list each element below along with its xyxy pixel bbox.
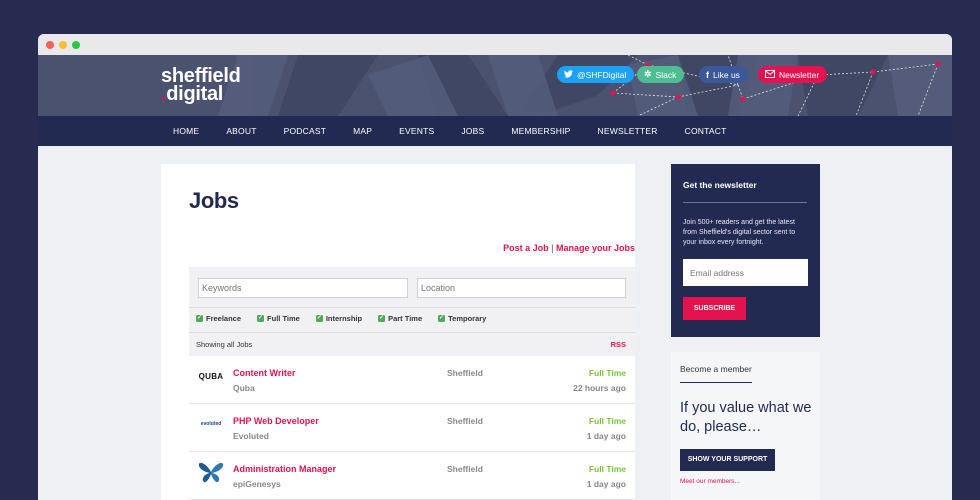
filter-label: Temporary — [448, 314, 487, 323]
job-type: Full Time — [588, 368, 626, 378]
company-logo — [197, 462, 225, 483]
company-logo: QUBA — [197, 366, 225, 386]
job-company: Evoluted — [233, 431, 269, 441]
email-field[interactable] — [683, 259, 808, 286]
job-date: 22 hours ago — [573, 383, 626, 393]
filter-label: Part Time — [388, 314, 423, 323]
filter-internship[interactable]: ✓ Internship — [315, 314, 363, 323]
job-actions: Post a Job | Manage your Jobs — [503, 243, 635, 253]
job-company: epiGenesys — [233, 479, 281, 489]
nav-about[interactable]: ABOUT — [226, 126, 256, 136]
show-support-button[interactable]: SHOW YOUR SUPPORT — [680, 449, 775, 471]
nav-newsletter[interactable]: NEWSLETTER — [598, 126, 658, 136]
filter-divider — [189, 307, 635, 308]
job-title[interactable]: Administration Manager — [233, 464, 336, 474]
job-listing[interactable]: Administration Manager epiGenesys Sheffi… — [189, 452, 635, 500]
subscribe-button[interactable]: SUBSCRIBE — [683, 297, 746, 320]
job-type: Full Time — [588, 416, 626, 426]
nav-contact[interactable]: CONTACT — [685, 126, 727, 136]
heading-rule — [683, 202, 807, 203]
filter-label: Internship — [325, 314, 363, 323]
job-title[interactable]: PHP Web Developer — [233, 416, 319, 426]
location-input[interactable] — [417, 278, 626, 298]
post-job-link[interactable]: Post a Job — [503, 243, 549, 253]
keywords-input[interactable] — [198, 278, 408, 298]
slack-icon: ✲ — [644, 69, 652, 79]
page-title: Jobs — [189, 188, 239, 213]
nav-jobs[interactable]: JOBS — [461, 126, 484, 136]
membership-pitch: If you value what we do, please… — [680, 400, 812, 435]
butterfly-logo-icon — [198, 462, 224, 483]
job-date: 1 day ago — [586, 431, 626, 441]
filter-part-time[interactable]: ✓ Part Time — [378, 314, 422, 323]
logo-line2: digital — [166, 83, 224, 105]
job-listing[interactable]: evoluted PHP Web Developer Evoluted Shef… — [189, 404, 635, 452]
heading-rule — [680, 382, 752, 383]
slack-label: Slack — [655, 69, 677, 80]
minimize-window-button[interactable] — [59, 40, 67, 49]
nav-events[interactable]: EVENTS — [399, 126, 434, 136]
job-type-filters: ✓ Freelance ✓ Full Time ✓ Internship ✓ Part … — [196, 314, 486, 323]
membership-box: Become a member If you value what we do,… — [671, 352, 820, 500]
browser-window: sheffield .digital @SHFDigital ✲ Slack f… — [38, 34, 952, 500]
newsletter-signup-box: Get the newsletter Join 500+ readers and… — [671, 164, 820, 337]
job-location: Sheffield — [447, 464, 483, 474]
nav-home[interactable]: HOME — [173, 126, 199, 136]
window-titlebar — [38, 34, 952, 55]
twitter-label: @SHFDigital — [577, 69, 627, 80]
membership-heading: Become a member — [680, 364, 752, 374]
link-separator: | — [551, 243, 554, 253]
nav-podcast[interactable]: PODCAST — [284, 126, 327, 136]
filter-label: Full Time — [267, 314, 300, 323]
job-type: Full Time — [588, 464, 626, 474]
results-summary: Showing all Jobs RSS — [189, 334, 635, 356]
close-window-button[interactable] — [46, 40, 54, 49]
checkbox-checked-icon: ✓ — [196, 315, 203, 322]
filter-divider — [189, 332, 635, 333]
newsletter-heading: Get the newsletter — [683, 180, 757, 190]
nav-membership[interactable]: MEMBERSHIP — [511, 126, 570, 136]
site-logo[interactable]: sheffield .digital — [161, 66, 241, 105]
twitter-button[interactable]: @SHFDigital — [557, 66, 635, 83]
page-content: Jobs Post a Job | Manage your Jobs ✓Free… — [38, 146, 952, 500]
checkbox-checked-icon: ✓ — [257, 315, 265, 322]
nav-map[interactable]: MAP — [353, 126, 372, 136]
filter-label: Freelance — [206, 314, 242, 323]
checkbox-checked-icon: ✓ — [315, 315, 323, 322]
company-logo: evoluted — [197, 414, 225, 434]
newsletter-description: Join 500+ readers and get the latest fro… — [683, 219, 796, 246]
job-title[interactable]: Content Writer — [233, 368, 295, 378]
job-company: Quba — [233, 383, 255, 393]
showing-label: Showing all Jobs — [196, 340, 253, 349]
main-nav: HOME ABOUT PODCAST MAP EVENTS JOBS MEMBE… — [38, 116, 952, 146]
checkbox-checked-icon: ✓ — [438, 315, 446, 322]
logo-text: QUBA — [198, 371, 224, 381]
filter-freelance[interactable]: ✓ Freelance — [196, 314, 241, 323]
logo-text: evoluted — [200, 421, 222, 427]
job-location: Sheffield — [447, 368, 483, 378]
facebook-icon: f — [706, 69, 709, 80]
filter-temporary[interactable]: ✓ Temporary — [438, 314, 486, 323]
newsletter-label: Newsletter — [779, 69, 820, 80]
facebook-label: Like us — [713, 69, 740, 80]
manage-jobs-link[interactable]: Manage your Jobs — [556, 243, 635, 253]
slack-button[interactable]: ✲ Slack — [637, 66, 685, 83]
job-location: Sheffield — [447, 416, 483, 426]
mail-icon — [765, 69, 775, 80]
site-header: sheffield .digital @SHFDigital ✲ Slack f… — [38, 55, 952, 116]
job-listing[interactable]: QUBA Content Writer Quba Sheffield Full … — [189, 356, 635, 404]
facebook-button[interactable]: f Like us — [699, 66, 748, 83]
rss-link[interactable]: RSS — [611, 340, 626, 349]
jobs-panel: Jobs Post a Job | Manage your Jobs ✓Free… — [161, 164, 635, 500]
maximize-window-button[interactable] — [72, 40, 80, 49]
twitter-bird-icon — [564, 69, 573, 80]
filter-full-time[interactable]: ✓ Full Time — [257, 314, 300, 323]
job-date: 1 day ago — [586, 479, 626, 489]
meet-members-link[interactable]: Meet our members... — [680, 478, 740, 485]
newsletter-button[interactable]: Newsletter — [758, 66, 828, 83]
checkbox-checked-icon: ✓ — [378, 315, 386, 322]
